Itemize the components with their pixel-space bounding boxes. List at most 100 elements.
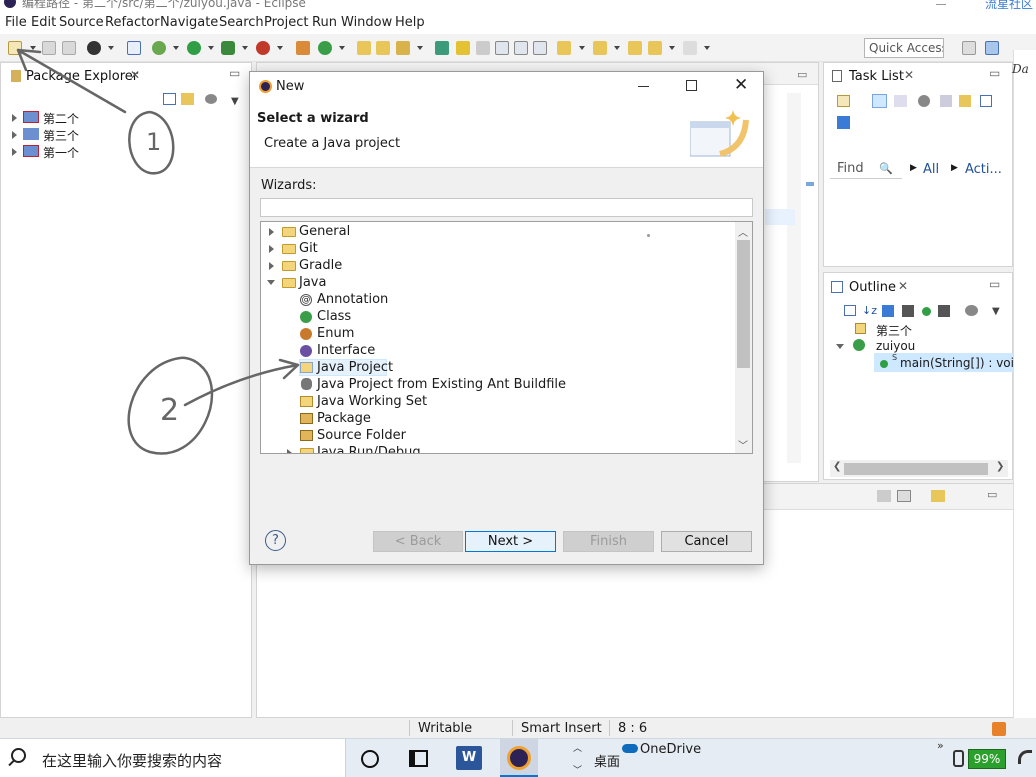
- categorize-icon[interactable]: [872, 94, 887, 108]
- minimize-view-icon[interactable]: ▭: [229, 66, 240, 80]
- chevron-down-icon[interactable]: [242, 46, 248, 50]
- console-minimize-icon[interactable]: ▭: [987, 488, 997, 501]
- wizard-category-git[interactable]: Git: [299, 241, 318, 256]
- minimize-window-button[interactable]: [936, 0, 946, 5]
- block-selection-icon[interactable]: [476, 41, 490, 55]
- cortana-icon[interactable]: [361, 750, 379, 768]
- external-tools-icon[interactable]: [256, 41, 270, 55]
- wizard-category-gradle[interactable]: Gradle: [299, 258, 342, 273]
- open-type-icon[interactable]: [357, 41, 371, 55]
- scheduled-icon[interactable]: [894, 95, 907, 107]
- onedrive-toolbar-label[interactable]: OneDrive: [640, 742, 701, 757]
- chevron-down-icon[interactable]: [30, 46, 36, 50]
- close-icon[interactable]: ✕: [898, 279, 908, 293]
- chevron-down-icon[interactable]: [108, 46, 114, 50]
- open-perspective-icon[interactable]: [962, 41, 976, 55]
- dialog-close-button[interactable]: ✕: [734, 75, 748, 95]
- back-icon[interactable]: [648, 41, 662, 55]
- wizard-filter-input[interactable]: [260, 198, 753, 217]
- wizard-item-interface[interactable]: Interface: [317, 343, 375, 358]
- hide-fields-icon[interactable]: [882, 305, 894, 317]
- word-wrap-icon[interactable]: [495, 41, 509, 55]
- desktop-toolbar-label[interactable]: 桌面: [594, 751, 620, 770]
- chevron-down-icon[interactable]: [669, 46, 675, 50]
- chevron-down-icon[interactable]: [173, 46, 179, 50]
- run-icon[interactable]: [187, 41, 201, 55]
- show-hidden-icons[interactable]: »: [937, 739, 944, 752]
- menu-refactor[interactable]: Refactor: [105, 15, 160, 30]
- collapse-chevron-icon[interactable]: [267, 280, 275, 285]
- forward-icon[interactable]: [683, 41, 697, 55]
- wizard-item-java-working-set[interactable]: Java Working Set: [317, 394, 427, 409]
- wizard-item-annotation[interactable]: Annotation: [317, 292, 388, 307]
- hide-local-types-icon[interactable]: [938, 305, 950, 317]
- view-filter-icon[interactable]: [205, 94, 217, 104]
- wizard-category-general[interactable]: General: [299, 224, 350, 239]
- project-item[interactable]: 第一个: [43, 144, 79, 161]
- run-coverage-icon[interactable]: [221, 41, 235, 55]
- scroll-down-icon[interactable]: ﹀: [738, 437, 748, 452]
- chevron-down-icon[interactable]: [614, 46, 620, 50]
- taskbar-search[interactable]: 在这里输入你要搜索的内容: [0, 739, 346, 777]
- search-tool-icon[interactable]: [396, 41, 410, 55]
- pilcrow-icon[interactable]: [533, 41, 547, 55]
- sync-icon[interactable]: [837, 116, 850, 129]
- toggle-mark-icon[interactable]: [435, 41, 449, 55]
- toolbar-scroll[interactable]: ﹀: [573, 763, 582, 776]
- scroll-left-icon[interactable]: ❮: [833, 461, 841, 472]
- skip-breakpoints-icon[interactable]: [127, 41, 141, 55]
- wizard-item-source-folder[interactable]: Source Folder: [317, 428, 406, 443]
- hide-nonpublic-icon[interactable]: [922, 307, 931, 316]
- open-task-icon[interactable]: [376, 41, 390, 55]
- quick-access-input[interactable]: Quick Access: [864, 38, 944, 58]
- menu-source[interactable]: Source: [59, 15, 104, 30]
- expand-chevron-icon[interactable]: [12, 148, 17, 156]
- collapse-all-icon[interactable]: [163, 93, 176, 105]
- editor-maximize-icon[interactable]: ▭: [797, 68, 807, 81]
- dialog-maximize-button[interactable]: [686, 80, 697, 91]
- wizard-item-enum[interactable]: Enum: [317, 326, 354, 341]
- close-icon[interactable]: ✕: [130, 68, 140, 82]
- prev-annotation-icon[interactable]: [593, 41, 607, 55]
- wizard-category-java[interactable]: Java: [299, 275, 326, 290]
- filter-completed-icon[interactable]: [918, 95, 930, 107]
- menu-file[interactable]: File: [5, 15, 27, 30]
- last-edit-icon[interactable]: [628, 41, 642, 55]
- wizard-item-java-project[interactable]: Java Project: [317, 360, 393, 375]
- word-app-icon[interactable]: W: [456, 746, 482, 770]
- outline-filter-icon[interactable]: [965, 305, 978, 316]
- hide-tasks-icon[interactable]: [940, 95, 952, 107]
- highlight-icon[interactable]: [456, 41, 470, 55]
- task-view-icon[interactable]: [409, 750, 428, 767]
- expand-chevron-icon[interactable]: [12, 114, 17, 122]
- tab-package-explorer[interactable]: Package Explorer: [26, 69, 138, 84]
- tab-outline[interactable]: Outline: [849, 280, 896, 295]
- chevron-down-icon[interactable]: [208, 46, 214, 50]
- minimize-view-icon[interactable]: ▭: [989, 66, 1000, 80]
- view-menu-icon[interactable]: ▼: [992, 306, 1000, 317]
- outline-class-item[interactable]: zuiyou: [876, 339, 915, 353]
- menu-navigate[interactable]: Navigate: [160, 15, 218, 30]
- open-console-icon[interactable]: [931, 490, 945, 502]
- search-icon[interactable]: 🔍: [879, 162, 893, 175]
- hide-static-icon[interactable]: [902, 305, 914, 317]
- wizard-item-java-project-ant[interactable]: Java Project from Existing Ant Buildfile: [317, 377, 566, 392]
- chevron-down-icon[interactable]: [417, 46, 423, 50]
- sort-icon[interactable]: ↓z: [862, 304, 877, 317]
- expand-chevron-icon[interactable]: [269, 228, 274, 236]
- scroll-right-icon[interactable]: ❯: [996, 461, 1004, 472]
- debug-icon[interactable]: [152, 41, 166, 55]
- chevron-down-icon[interactable]: [704, 46, 710, 50]
- collapse-icon[interactable]: [980, 95, 992, 107]
- minimize-view-icon[interactable]: ▭: [989, 277, 1000, 291]
- profile-icon[interactable]: [87, 41, 101, 55]
- close-icon[interactable]: ✕: [904, 68, 914, 82]
- collapse-chevron-icon[interactable]: [836, 344, 844, 349]
- dialog-minimize-button[interactable]: [638, 86, 649, 87]
- expand-chevron-icon[interactable]: [12, 131, 17, 139]
- show-whitespace-icon[interactable]: [514, 41, 528, 55]
- outline-collapse-icon[interactable]: [844, 305, 856, 316]
- expand-chevron-icon[interactable]: [269, 245, 274, 253]
- view-menu-icon[interactable]: ▼: [231, 96, 239, 107]
- project-item[interactable]: 第二个: [43, 110, 79, 127]
